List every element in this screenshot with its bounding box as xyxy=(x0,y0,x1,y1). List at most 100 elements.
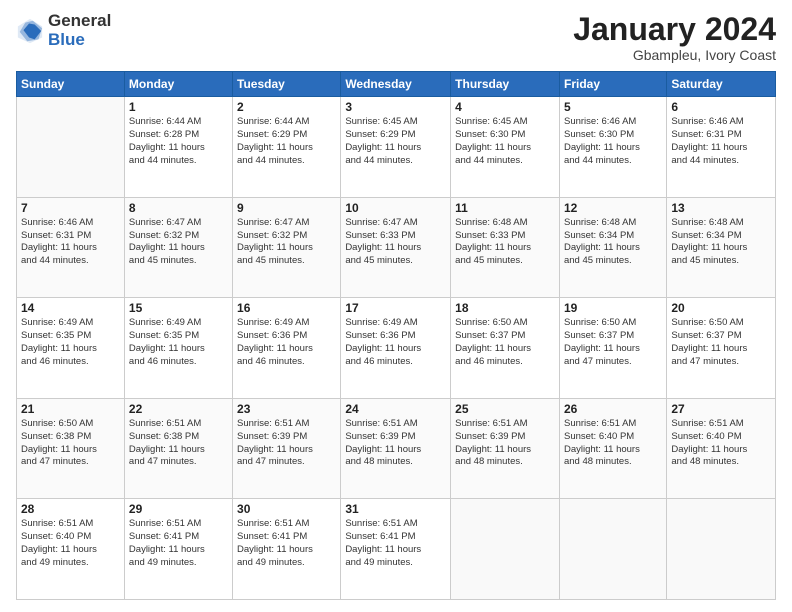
calendar-day-cell: 7 Sunrise: 6:46 AM Sunset: 6:31 PM Daylig… xyxy=(17,197,125,298)
day-number: 13 xyxy=(671,201,771,215)
day-info: Sunrise: 6:49 AM Sunset: 6:36 PM Dayligh… xyxy=(345,317,446,368)
calendar-table: SundayMondayTuesdayWednesdayThursdayFrid… xyxy=(16,71,776,600)
logo: General Blue xyxy=(16,12,111,49)
day-info: Sunrise: 6:47 AM Sunset: 6:32 PM Dayligh… xyxy=(237,217,336,268)
logo-icon xyxy=(16,17,44,45)
day-info: Sunrise: 6:46 AM Sunset: 6:31 PM Dayligh… xyxy=(671,116,771,167)
main-title: January 2024 xyxy=(573,12,776,47)
calendar-day-cell: 23 Sunrise: 6:51 AM Sunset: 6:39 PM Dayli… xyxy=(233,398,341,499)
day-info: Sunrise: 6:51 AM Sunset: 6:40 PM Dayligh… xyxy=(564,418,662,469)
day-number: 11 xyxy=(455,201,555,215)
logo-blue: Blue xyxy=(48,30,85,49)
calendar-day-cell: 6 Sunrise: 6:46 AM Sunset: 6:31 PM Daylig… xyxy=(667,97,776,198)
day-number: 28 xyxy=(21,502,120,516)
calendar-week-row: 28Sunrise: 6:51 AM Sunset: 6:40 PM Dayli… xyxy=(17,499,776,600)
day-info: Sunrise: 6:51 AM Sunset: 6:39 PM Dayligh… xyxy=(455,418,555,469)
day-number: 16 xyxy=(237,301,336,315)
day-number: 14 xyxy=(21,301,120,315)
calendar-day-cell: 11 Sunrise: 6:48 AM Sunset: 6:33 PM Dayli… xyxy=(451,197,560,298)
calendar-day-cell: 18 Sunrise: 6:50 AM Sunset: 6:37 PM Dayli… xyxy=(451,298,560,399)
logo-general: General xyxy=(48,11,111,30)
day-info: Sunrise: 6:50 AM Sunset: 6:37 PM Dayligh… xyxy=(455,317,555,368)
calendar-day-cell: 26Sunrise: 6:51 AM Sunset: 6:40 PM Dayli… xyxy=(559,398,666,499)
day-number: 21 xyxy=(21,402,120,416)
day-info: Sunrise: 6:47 AM Sunset: 6:32 PM Dayligh… xyxy=(129,217,228,268)
day-number: 18 xyxy=(455,301,555,315)
calendar-day-header: Sunday xyxy=(17,72,125,97)
day-number: 12 xyxy=(564,201,662,215)
day-number: 23 xyxy=(237,402,336,416)
calendar-day-cell: 27Sunrise: 6:51 AM Sunset: 6:40 PM Dayli… xyxy=(667,398,776,499)
calendar-day-cell: 21Sunrise: 6:50 AM Sunset: 6:38 PM Dayli… xyxy=(17,398,125,499)
day-number: 6 xyxy=(671,100,771,114)
day-info: Sunrise: 6:51 AM Sunset: 6:40 PM Dayligh… xyxy=(671,418,771,469)
day-number: 19 xyxy=(564,301,662,315)
subtitle: Gbampleu, Ivory Coast xyxy=(573,47,776,63)
calendar-day-header: Wednesday xyxy=(341,72,451,97)
calendar-day-cell: 10Sunrise: 6:47 AM Sunset: 6:33 PM Dayli… xyxy=(341,197,451,298)
day-number: 15 xyxy=(129,301,228,315)
calendar-day-header: Thursday xyxy=(451,72,560,97)
day-number: 1 xyxy=(129,100,228,114)
day-info: Sunrise: 6:46 AM Sunset: 6:30 PM Dayligh… xyxy=(564,116,662,167)
calendar-day-cell xyxy=(17,97,125,198)
calendar-day-header: Monday xyxy=(124,72,232,97)
day-info: Sunrise: 6:51 AM Sunset: 6:41 PM Dayligh… xyxy=(237,518,336,569)
calendar-week-row: 7 Sunrise: 6:46 AM Sunset: 6:31 PM Daylig… xyxy=(17,197,776,298)
calendar-day-cell: 3Sunrise: 6:45 AM Sunset: 6:29 PM Daylig… xyxy=(341,97,451,198)
calendar-day-cell: 17 Sunrise: 6:49 AM Sunset: 6:36 PM Dayli… xyxy=(341,298,451,399)
day-info: Sunrise: 6:51 AM Sunset: 6:39 PM Dayligh… xyxy=(237,418,336,469)
calendar-day-cell: 15 Sunrise: 6:49 AM Sunset: 6:35 PM Dayli… xyxy=(124,298,232,399)
day-info: Sunrise: 6:49 AM Sunset: 6:36 PM Dayligh… xyxy=(237,317,336,368)
day-info: Sunrise: 6:50 AM Sunset: 6:37 PM Dayligh… xyxy=(671,317,771,368)
calendar-day-cell: 19Sunrise: 6:50 AM Sunset: 6:37 PM Dayli… xyxy=(559,298,666,399)
day-info: Sunrise: 6:51 AM Sunset: 6:41 PM Dayligh… xyxy=(345,518,446,569)
day-info: Sunrise: 6:49 AM Sunset: 6:35 PM Dayligh… xyxy=(129,317,228,368)
day-number: 2 xyxy=(237,100,336,114)
day-number: 20 xyxy=(671,301,771,315)
day-info: Sunrise: 6:48 AM Sunset: 6:34 PM Dayligh… xyxy=(671,217,771,268)
day-number: 9 xyxy=(237,201,336,215)
day-number: 25 xyxy=(455,402,555,416)
calendar-day-cell xyxy=(667,499,776,600)
calendar-day-cell xyxy=(451,499,560,600)
calendar-day-cell: 1 Sunrise: 6:44 AM Sunset: 6:28 PM Daylig… xyxy=(124,97,232,198)
title-block: January 2024 Gbampleu, Ivory Coast xyxy=(573,12,776,63)
day-number: 3 xyxy=(345,100,446,114)
page: General Blue January 2024 Gbampleu, Ivor… xyxy=(0,0,792,612)
day-number: 5 xyxy=(564,100,662,114)
day-info: Sunrise: 6:51 AM Sunset: 6:39 PM Dayligh… xyxy=(345,418,446,469)
day-info: Sunrise: 6:49 AM Sunset: 6:35 PM Dayligh… xyxy=(21,317,120,368)
day-info: Sunrise: 6:48 AM Sunset: 6:33 PM Dayligh… xyxy=(455,217,555,268)
calendar-day-cell: 30Sunrise: 6:51 AM Sunset: 6:41 PM Dayli… xyxy=(233,499,341,600)
day-info: Sunrise: 6:48 AM Sunset: 6:34 PM Dayligh… xyxy=(564,217,662,268)
day-number: 31 xyxy=(345,502,446,516)
day-number: 17 xyxy=(345,301,446,315)
day-number: 24 xyxy=(345,402,446,416)
calendar-day-cell: 22Sunrise: 6:51 AM Sunset: 6:38 PM Dayli… xyxy=(124,398,232,499)
calendar-day-cell: 13 Sunrise: 6:48 AM Sunset: 6:34 PM Dayli… xyxy=(667,197,776,298)
calendar-day-cell: 24 Sunrise: 6:51 AM Sunset: 6:39 PM Dayli… xyxy=(341,398,451,499)
day-number: 29 xyxy=(129,502,228,516)
calendar-day-cell: 25 Sunrise: 6:51 AM Sunset: 6:39 PM Dayli… xyxy=(451,398,560,499)
calendar-day-cell: 8 Sunrise: 6:47 AM Sunset: 6:32 PM Daylig… xyxy=(124,197,232,298)
calendar-day-header: Saturday xyxy=(667,72,776,97)
header: General Blue January 2024 Gbampleu, Ivor… xyxy=(16,12,776,63)
logo-text: General Blue xyxy=(48,12,111,49)
day-number: 8 xyxy=(129,201,228,215)
calendar-day-cell: 20 Sunrise: 6:50 AM Sunset: 6:37 PM Dayli… xyxy=(667,298,776,399)
calendar-day-header: Friday xyxy=(559,72,666,97)
calendar-day-cell: 14 Sunrise: 6:49 AM Sunset: 6:35 PM Dayli… xyxy=(17,298,125,399)
day-info: Sunrise: 6:46 AM Sunset: 6:31 PM Dayligh… xyxy=(21,217,120,268)
day-info: Sunrise: 6:45 AM Sunset: 6:30 PM Dayligh… xyxy=(455,116,555,167)
day-info: Sunrise: 6:44 AM Sunset: 6:28 PM Dayligh… xyxy=(129,116,228,167)
day-number: 7 xyxy=(21,201,120,215)
calendar-week-row: 21Sunrise: 6:50 AM Sunset: 6:38 PM Dayli… xyxy=(17,398,776,499)
day-number: 4 xyxy=(455,100,555,114)
calendar-day-cell: 28Sunrise: 6:51 AM Sunset: 6:40 PM Dayli… xyxy=(17,499,125,600)
day-info: Sunrise: 6:44 AM Sunset: 6:29 PM Dayligh… xyxy=(237,116,336,167)
day-info: Sunrise: 6:51 AM Sunset: 6:38 PM Dayligh… xyxy=(129,418,228,469)
calendar-day-header: Tuesday xyxy=(233,72,341,97)
calendar-day-cell: 5 Sunrise: 6:46 AM Sunset: 6:30 PM Daylig… xyxy=(559,97,666,198)
calendar-day-cell: 9 Sunrise: 6:47 AM Sunset: 6:32 PM Daylig… xyxy=(233,197,341,298)
